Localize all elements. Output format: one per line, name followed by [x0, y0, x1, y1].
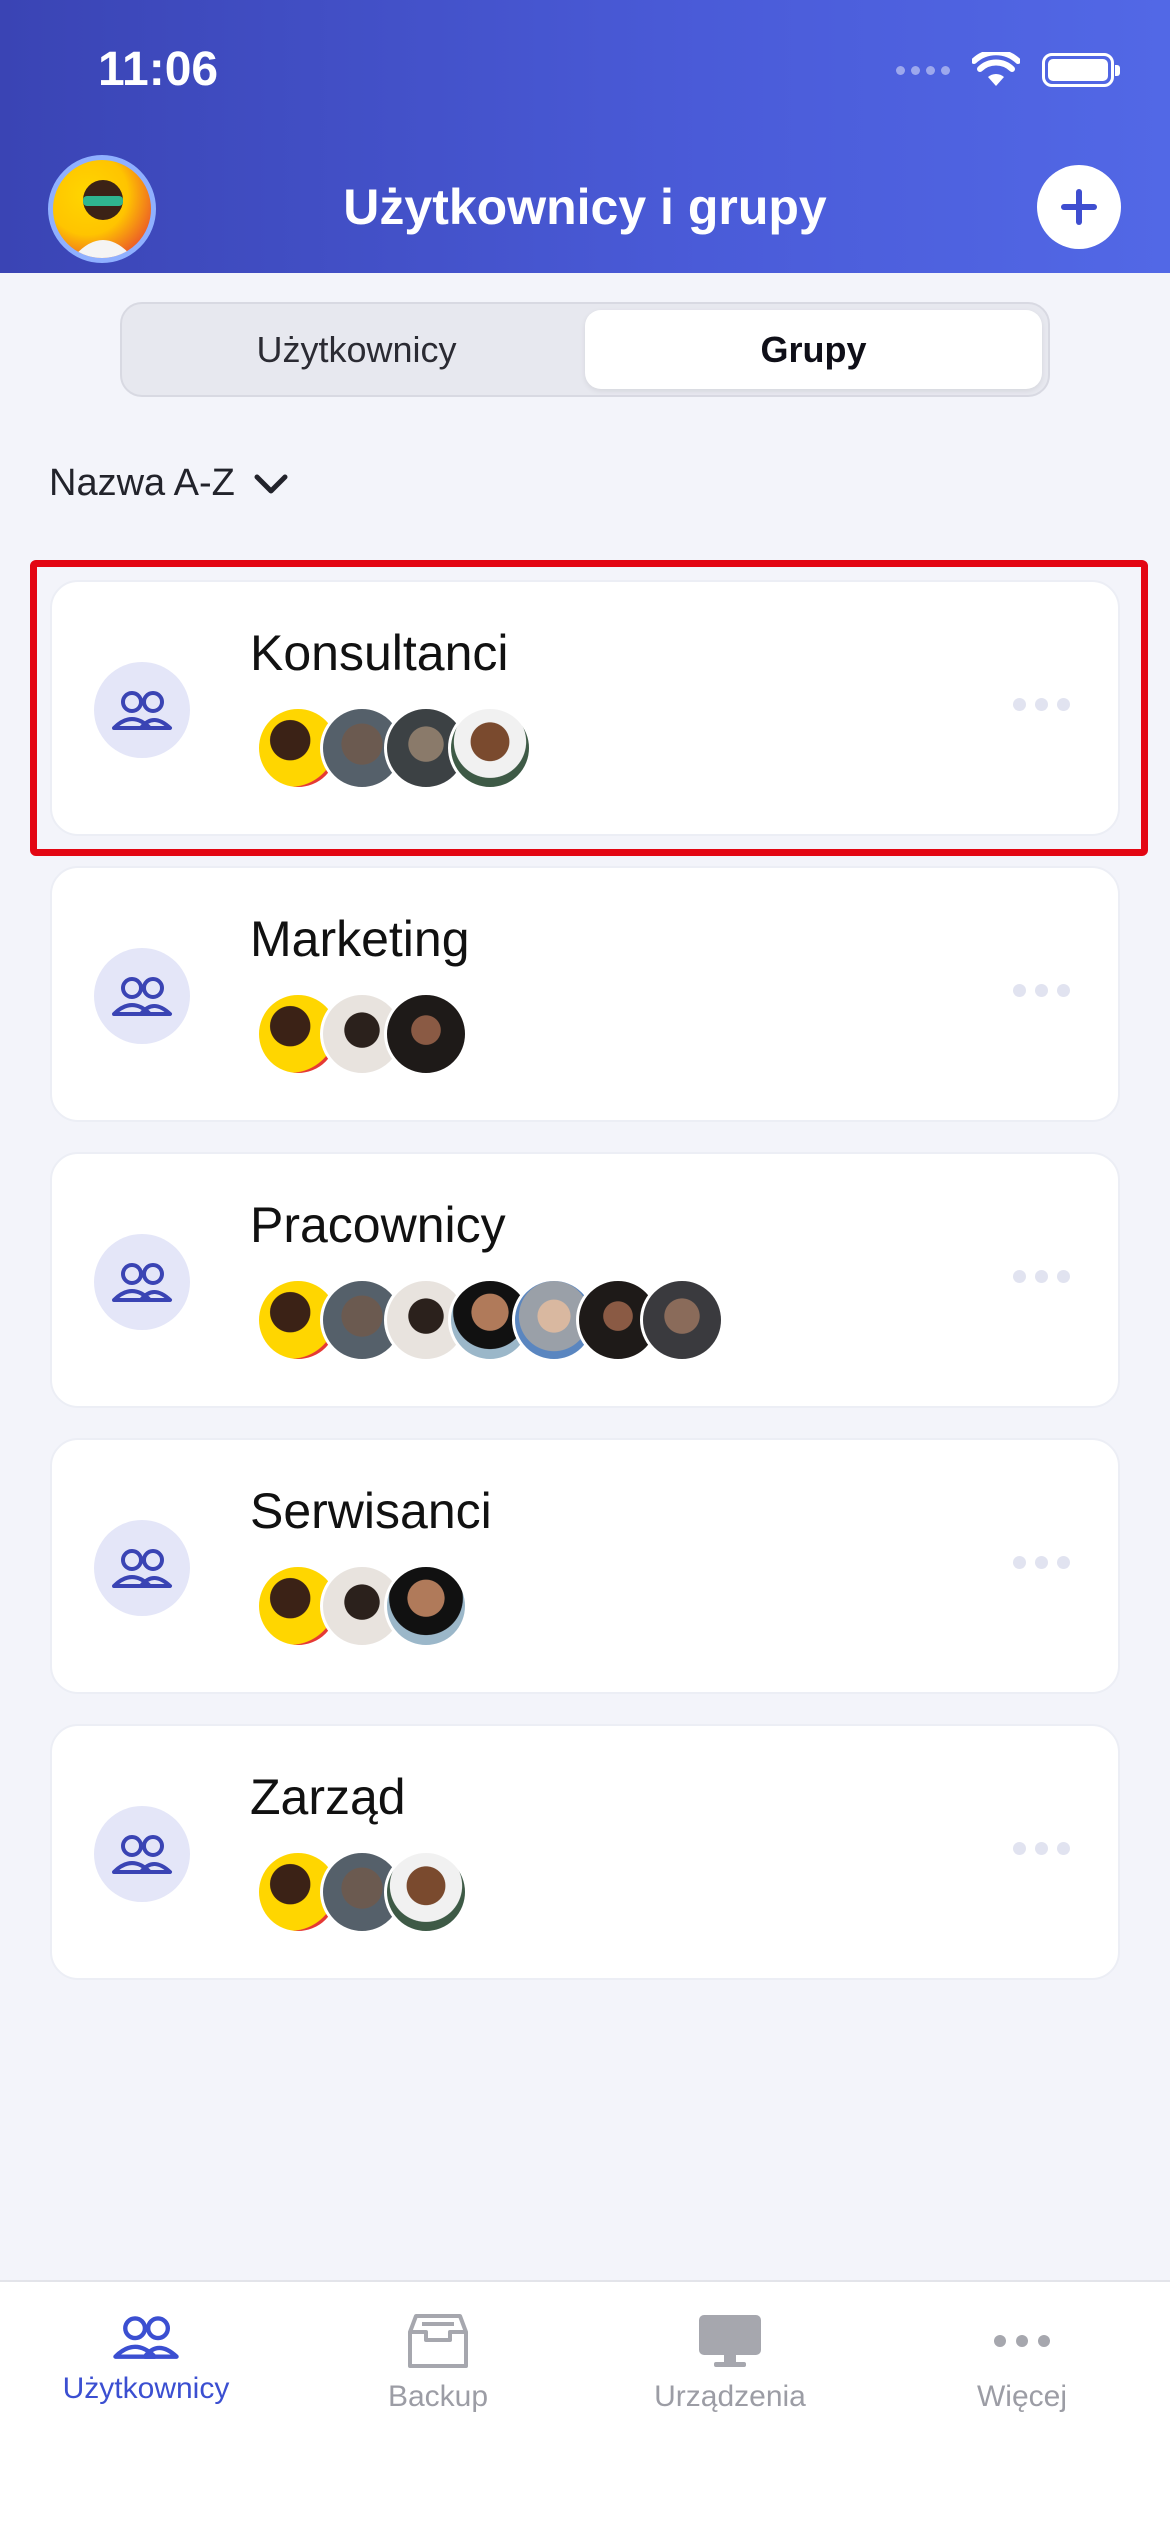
tab-users-label: Użytkownicy	[62, 2372, 230, 2405]
sort-label: Nazwa A-Z	[49, 462, 235, 504]
more-horizontal-icon	[994, 2335, 1050, 2347]
avatar	[384, 1850, 468, 1934]
more-options-icon[interactable]	[1013, 1556, 1070, 1569]
add-button[interactable]	[1037, 165, 1121, 249]
more-options-icon[interactable]	[1013, 1842, 1070, 1855]
more-options-icon[interactable]	[1013, 984, 1070, 997]
page-title: Użytkownicy i grupy	[343, 179, 827, 235]
avatar	[384, 992, 468, 1076]
users-groups-segmented-control: Użytkownicy Grupy	[120, 302, 1050, 397]
tab-more[interactable]: Więcej	[876, 2312, 1168, 2414]
group-icon	[94, 1520, 190, 1616]
tab-devices-label: Urządzenia	[654, 2380, 806, 2413]
status-time: 11:06	[98, 43, 219, 96]
group-card[interactable]: Pracownicy	[50, 1152, 1120, 1408]
wifi-icon	[972, 52, 1020, 86]
plus-icon	[1061, 189, 1097, 225]
group-icon	[94, 1234, 190, 1330]
tab-backup[interactable]: Backup	[292, 2312, 584, 2414]
avatar	[384, 1564, 468, 1648]
group-name: Serwisanci	[250, 1483, 492, 1539]
cellular-signal-icon	[896, 65, 950, 75]
tab-devices[interactable]: Urządzenia	[584, 2312, 876, 2414]
segment-groups[interactable]: Grupy	[585, 310, 1042, 389]
group-icon	[94, 948, 190, 1044]
group-name: Pracownicy	[250, 1197, 506, 1253]
status-icons	[896, 52, 1120, 88]
sort-dropdown[interactable]: Nazwa A-Z	[49, 462, 289, 505]
member-avatars	[256, 992, 468, 1076]
users-icon	[113, 2316, 179, 2359]
chevron-down-icon	[254, 474, 288, 493]
tab-more-label: Więcej	[976, 2380, 1067, 2413]
tab-users[interactable]: Użytkownicy	[0, 2312, 292, 2406]
tab-bar: Użytkownicy Backup Urządzenia Więcej	[0, 2280, 1170, 2532]
app-header: 11:06 Użytkownicy i grupy	[0, 0, 1170, 273]
highlight-box	[30, 560, 1148, 856]
tab-backup-label: Backup	[387, 2380, 489, 2413]
battery-icon	[1042, 53, 1120, 87]
group-card[interactable]: Zarząd	[50, 1724, 1120, 1980]
group-icon	[94, 1806, 190, 1902]
archive-box-icon	[408, 2314, 468, 2368]
group-name: Zarząd	[250, 1769, 406, 1825]
more-options-icon[interactable]	[1013, 1270, 1070, 1283]
segment-users[interactable]: Użytkownicy	[128, 310, 585, 389]
member-avatars	[256, 1278, 724, 1362]
member-avatars	[256, 1564, 468, 1648]
monitor-icon	[699, 2315, 761, 2367]
member-avatars	[256, 1850, 468, 1934]
avatar	[640, 1278, 724, 1362]
group-card[interactable]: Serwisanci	[50, 1438, 1120, 1694]
group-card[interactable]: Marketing	[50, 866, 1120, 1122]
group-name: Marketing	[250, 911, 470, 967]
